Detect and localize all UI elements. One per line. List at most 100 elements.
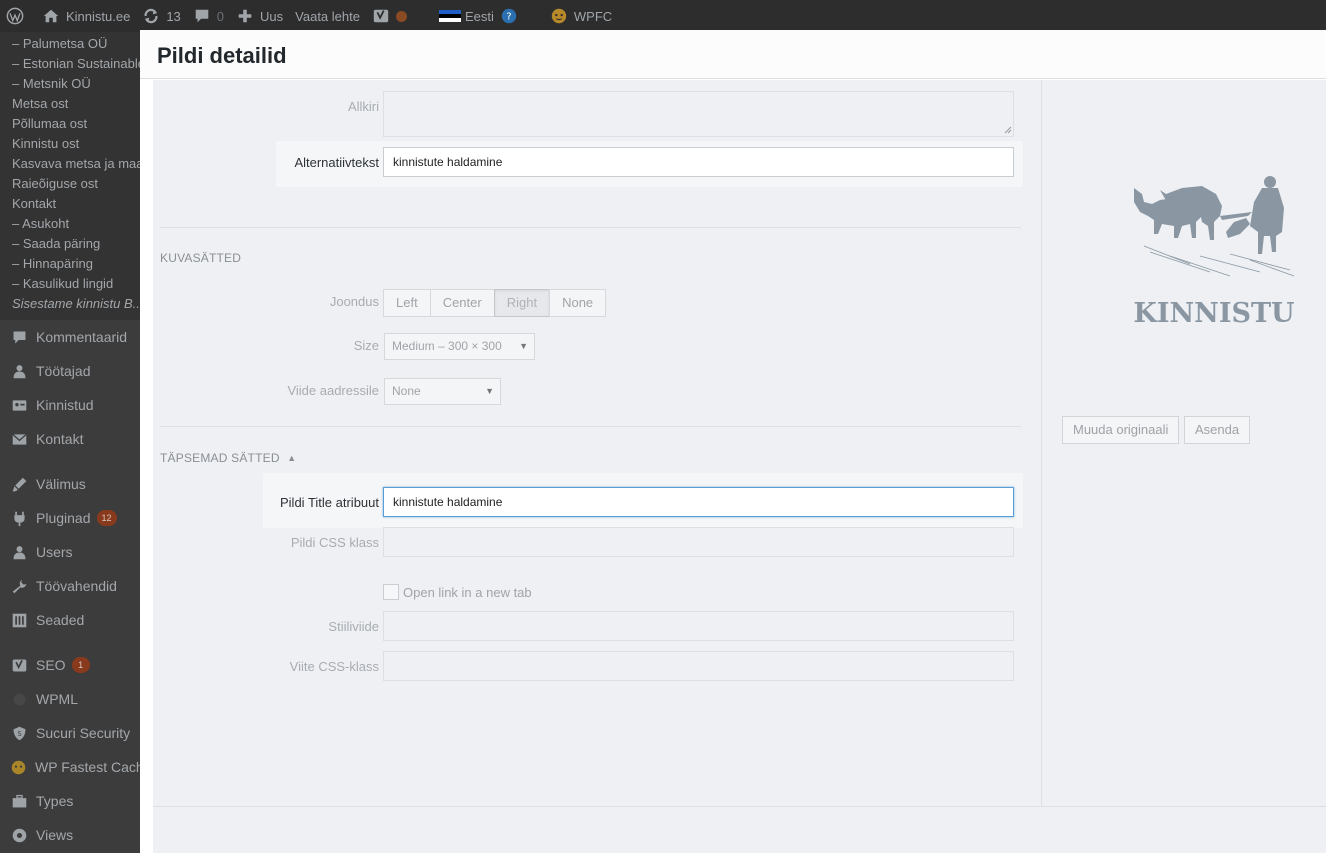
new-label: Uus <box>260 8 284 24</box>
link-to-select[interactable]: None ▼ <box>384 378 501 405</box>
wrench-icon <box>10 577 28 595</box>
view-label: Vaata lehte <box>295 8 360 24</box>
wpml-icon <box>10 690 28 708</box>
alt-text-input[interactable]: kinnistute haldamine <box>383 147 1014 177</box>
link-css-class-input[interactable] <box>383 651 1014 681</box>
menu-item-employees[interactable]: Töötajad <box>0 354 140 388</box>
home-icon <box>42 7 60 25</box>
menu-item-types[interactable]: Types <box>0 784 140 818</box>
wpfc-menu[interactable]: WPFC <box>544 0 618 32</box>
menu-item-appearance[interactable]: Välimus <box>0 467 140 501</box>
wp-logo-menu[interactable] <box>0 0 36 32</box>
modal-footer-toolbar <box>153 806 1326 853</box>
help-icon: ? <box>500 7 518 25</box>
menu-label: Kinnistud <box>36 397 94 413</box>
shield-icon: S <box>10 724 28 742</box>
eye-icon <box>10 826 28 844</box>
advanced-settings-heading: TÄPSEMAD SÄTTED <box>160 451 280 465</box>
site-name-menu[interactable]: Kinnistu.ee <box>36 0 136 32</box>
menu-item-wpml[interactable]: WPML <box>0 682 140 716</box>
menu-item-tools[interactable]: Töövahendid <box>0 569 140 603</box>
language-switcher[interactable]: Eesti ? <box>433 0 530 32</box>
submenu-item[interactable]: Kinnistu ost <box>0 134 140 154</box>
submenu-item[interactable]: Raieõiguse ost <box>0 174 140 194</box>
submenu-item[interactable]: – Estonian Sustainable <box>0 54 140 74</box>
menu-label: Views <box>36 827 74 843</box>
image-css-class-input[interactable] <box>383 527 1014 557</box>
menu-label: Sucuri Security <box>36 725 131 741</box>
align-left-button[interactable]: Left <box>383 289 431 317</box>
updates-count: 13 <box>166 8 181 24</box>
align-none-button[interactable]: None <box>549 289 607 317</box>
menu-item-contact[interactable]: Kontakt <box>0 422 140 456</box>
wordpress-icon <box>6 7 24 25</box>
comments-menu[interactable]: 0 <box>187 0 230 32</box>
view-site-link[interactable]: Vaata lehte <box>289 0 366 32</box>
new-content-menu[interactable]: Uus <box>230 0 289 32</box>
link-css-class-label: Viite CSS-klass <box>289 659 379 674</box>
svg-text:S: S <box>17 730 21 738</box>
language-label: Eesti <box>464 8 494 24</box>
menu-item-users[interactable]: Users <box>0 535 140 569</box>
submenu-item[interactable]: – Saada päring <box>0 234 140 254</box>
yoast-menu[interactable] <box>366 0 413 32</box>
menu-item-comments[interactable]: Kommentaarid <box>0 320 140 354</box>
menu-item-plugins[interactable]: Pluginad 12 <box>0 501 140 535</box>
link-rel-input[interactable] <box>383 611 1014 641</box>
advanced-settings-toggle[interactable]: TÄPSEMAD SÄTTED ▲ <box>160 451 296 465</box>
open-new-tab-label: Open link in a new tab <box>403 585 532 600</box>
refresh-icon <box>142 7 160 25</box>
submenu-item[interactable]: Kontakt <box>0 194 140 214</box>
menu-item-seo[interactable]: SEO 1 <box>0 648 140 682</box>
image-title-attr-input[interactable]: kinnistute haldamine <box>383 487 1014 517</box>
alignment-label: Joondus <box>329 294 379 309</box>
size-select[interactable]: Medium – 300 × 300 ▼ <box>384 333 535 360</box>
alignment-button-group: Left Center Right None <box>383 289 607 317</box>
submenu-item[interactable]: – Hinnapäring <box>0 254 140 274</box>
replace-button[interactable]: Asenda <box>1184 416 1251 444</box>
image-preview-sidebar: KINNISTU Muuda originaali Asenda <box>1041 80 1326 806</box>
submenu-item[interactable]: – Palumetsa OÜ <box>0 34 140 54</box>
caption-textarea[interactable] <box>383 91 1014 137</box>
link-rel-label: Stiiliviide <box>328 619 379 634</box>
menu-item-settings[interactable]: Seaded <box>0 603 140 637</box>
caret-up-icon: ▲ <box>287 453 297 463</box>
comments-count: 0 <box>216 8 225 24</box>
menu-label: Kontakt <box>36 431 84 447</box>
image-title-attr-label: Pildi Title atribuut <box>280 495 379 510</box>
seo-notification-badge: 1 <box>71 657 90 673</box>
link-to-select-value: None <box>392 384 421 398</box>
chevron-down-icon: ▼ <box>519 341 528 351</box>
resize-handle-icon[interactable] <box>1004 126 1012 134</box>
menu-label: Seaded <box>36 612 85 628</box>
align-center-button[interactable]: Center <box>429 289 495 317</box>
site-name: Kinnistu.ee <box>66 8 131 24</box>
menu-label: Välimus <box>36 476 86 492</box>
size-label: Size <box>353 338 379 353</box>
submenu-item[interactable]: – Asukoht <box>0 214 140 234</box>
menu-item-wp-fastest-cache[interactable]: WP Fastest Cache <box>0 750 140 784</box>
open-new-tab-checkbox[interactable] <box>383 584 399 600</box>
submenu-item[interactable]: Sisestame kinnistu B... <box>0 294 140 314</box>
submenu-item[interactable]: – Metsnik OÜ <box>0 74 140 94</box>
chevron-down-icon: ▼ <box>485 386 494 396</box>
cheetah-icon <box>550 7 568 25</box>
menu-item-views[interactable]: Views <box>0 818 140 852</box>
menu-label: Users <box>36 544 73 560</box>
menu-item-properties[interactable]: Kinnistud <box>0 388 140 422</box>
submenu-item[interactable]: Metsa ost <box>0 94 140 114</box>
edit-original-button[interactable]: Muuda originaali <box>1062 416 1180 444</box>
submenu-item[interactable]: – Kasulikud lingid <box>0 274 140 294</box>
menu-label: WP Fastest Cache <box>35 759 140 775</box>
menu-label: Types <box>36 793 74 809</box>
align-right-button[interactable]: Right <box>493 289 551 317</box>
comment-icon <box>193 7 211 25</box>
updates-menu[interactable]: 13 <box>136 0 186 32</box>
image-css-class-label: Pildi CSS klass <box>290 535 379 550</box>
estonia-flag-icon <box>438 10 461 22</box>
submenu-item[interactable]: Põllumaa ost <box>0 114 140 134</box>
yoast-icon <box>372 7 390 25</box>
menu-item-sucuri[interactable]: S Sucuri Security <box>0 716 140 750</box>
admin-bar: Kinnistu.ee 13 0 Uus Vaata lehte Eesti ? <box>0 0 1326 32</box>
submenu-item[interactable]: Kasvava metsa ja maa... <box>0 154 140 174</box>
